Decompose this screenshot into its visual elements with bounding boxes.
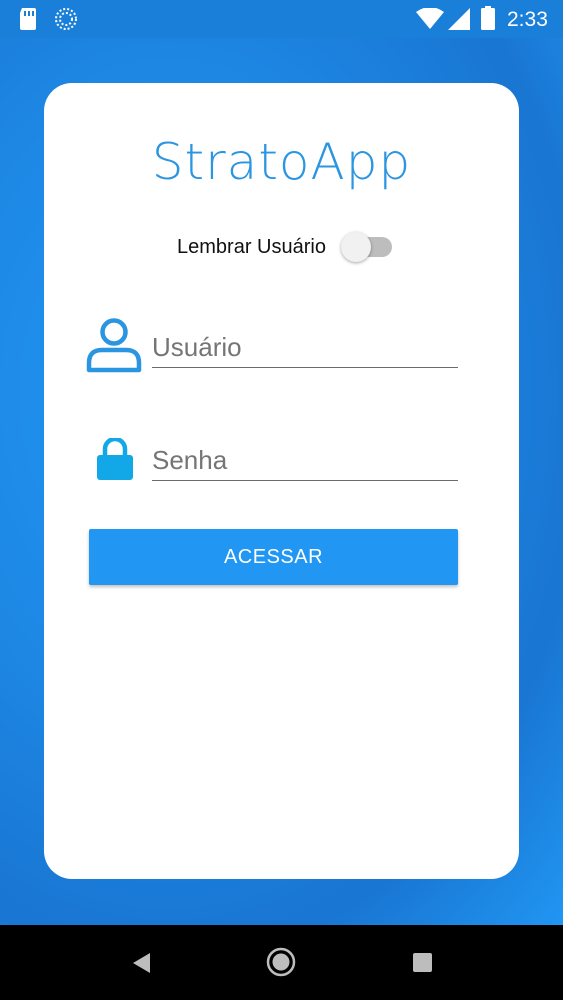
lock-icon <box>97 436 133 485</box>
user-icon <box>86 317 142 378</box>
app-title: StratoApp <box>151 133 412 191</box>
sd-card-icon <box>18 8 38 35</box>
wifi-icon <box>416 7 444 35</box>
recent-apps-icon[interactable] <box>413 953 433 978</box>
status-time: 2:33 <box>507 8 548 31</box>
username-field[interactable] <box>152 328 458 368</box>
username-input[interactable] <box>152 328 458 367</box>
remember-user-toggle-thumb[interactable] <box>341 232 371 262</box>
remember-user-label: Lembrar Usuário <box>177 236 326 258</box>
password-field[interactable] <box>152 441 458 481</box>
access-button[interactable]: ACESSAR <box>89 529 458 585</box>
password-input[interactable] <box>152 441 458 480</box>
navigation-bar <box>0 925 563 1000</box>
sync-icon <box>54 7 78 36</box>
signal-icon <box>448 8 470 35</box>
status-bar: 2:33 <box>0 0 563 38</box>
battery-icon <box>481 6 495 35</box>
home-icon[interactable] <box>266 947 296 982</box>
back-icon[interactable] <box>131 952 151 979</box>
